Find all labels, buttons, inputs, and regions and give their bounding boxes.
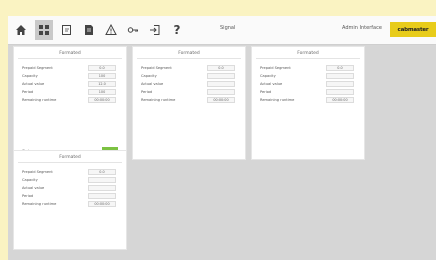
brand-logo: cabmaster — [390, 22, 436, 37]
value-field[interactable] — [88, 185, 116, 191]
row-label: Prepaid Segment — [22, 170, 53, 174]
row-actual-value: Actual value 12.0 — [22, 81, 120, 87]
row-remaining-runtime: Remaining runtime 00:00:00 — [260, 97, 358, 103]
row-period: Period — [22, 193, 120, 199]
document-icon[interactable] — [80, 20, 98, 40]
row-period: Period — [141, 89, 239, 95]
row-actual-value: Actual value — [22, 185, 120, 191]
row-label: Prepaid Segment — [260, 66, 291, 70]
help-icon[interactable]: ? — [168, 20, 186, 40]
panel-title: Formated — [178, 51, 200, 56]
panel-title: Formated — [297, 51, 319, 56]
row-capacity: Capacity 100 — [22, 73, 120, 79]
panel-divider — [18, 162, 122, 163]
row-label: Capacity — [260, 74, 276, 78]
row-label: Remaining runtime — [260, 98, 295, 102]
row-label: Period — [260, 90, 272, 94]
value-field[interactable]: 0.0 — [207, 65, 235, 71]
value-field[interactable] — [207, 89, 235, 95]
row-actual-value: Actual value — [260, 81, 358, 87]
value-field[interactable]: 00:00:00 — [207, 97, 235, 103]
row-label: Capacity — [22, 74, 38, 78]
panel-divider — [137, 58, 241, 59]
row-capacity: Capacity — [141, 73, 239, 79]
value-field[interactable]: 12.0 — [88, 81, 116, 87]
row-capacity: Capacity — [22, 177, 120, 183]
toolbar-user-text[interactable]: Admin Interface — [342, 25, 382, 31]
row-label: Actual value — [22, 82, 45, 86]
panel-0: Formated Prepaid Segment 0.0 Capacity 10… — [13, 46, 127, 166]
row-label: Capacity — [141, 74, 157, 78]
panel-title: Formated — [59, 155, 81, 160]
panel-3: Formated Prepaid Segment 0.0 Capacity Ac… — [13, 150, 127, 250]
value-field[interactable]: 0.0 — [88, 65, 116, 71]
value-field[interactable]: 0.0 — [88, 169, 116, 175]
row-label: Period — [22, 194, 34, 198]
panel-2: Formated Prepaid Segment 0.0 Capacity Ac… — [251, 46, 365, 160]
value-field[interactable] — [326, 81, 354, 87]
row-prepaid-segment: Prepaid Segment 0.0 — [22, 65, 120, 71]
toolbar-center-text: Signal — [220, 25, 236, 31]
value-field[interactable] — [326, 89, 354, 95]
row-label: Remaining runtime — [22, 98, 57, 102]
edit-icon[interactable] — [58, 20, 76, 40]
row-remaining-runtime: Remaining runtime 00:00:00 — [22, 201, 120, 207]
value-field[interactable] — [326, 73, 354, 79]
row-label: Actual value — [141, 82, 164, 86]
value-field[interactable]: 100 — [88, 73, 116, 79]
row-label: Actual value — [260, 82, 283, 86]
row-label: Period — [141, 90, 153, 94]
value-field[interactable] — [207, 81, 235, 87]
key-icon[interactable] — [124, 20, 142, 40]
grid-icon[interactable] — [35, 20, 53, 40]
row-label: Remaining runtime — [141, 98, 176, 102]
value-field[interactable]: 100 — [88, 89, 116, 95]
row-remaining-runtime: Remaining runtime 00:00:00 — [22, 97, 120, 103]
row-label: Actual value — [22, 186, 45, 190]
value-field[interactable] — [88, 177, 116, 183]
row-label: Remaining runtime — [22, 202, 57, 206]
home-icon[interactable] — [12, 20, 30, 40]
panel-title: Formated — [59, 51, 81, 56]
row-label: Capacity — [22, 178, 38, 182]
panel-1: Formated Prepaid Segment 0.0 Capacity Ac… — [132, 46, 246, 160]
app-window: ? Signal Admin Interface cabmaster Forma… — [8, 16, 436, 260]
value-field[interactable]: 00:00:00 — [88, 201, 116, 207]
row-label: Period — [22, 90, 34, 94]
row-prepaid-segment: Prepaid Segment 0.0 — [260, 65, 358, 71]
row-label: Prepaid Segment — [141, 66, 172, 70]
row-label: Prepaid Segment — [22, 66, 53, 70]
value-field[interactable]: 00:00:00 — [326, 97, 354, 103]
row-capacity: Capacity — [260, 73, 358, 79]
row-actual-value: Actual value — [141, 81, 239, 87]
row-remaining-runtime: Remaining runtime 00:00:00 — [141, 97, 239, 103]
value-field[interactable]: 0.0 — [326, 65, 354, 71]
value-field[interactable] — [88, 193, 116, 199]
row-prepaid-segment: Prepaid Segment 0.0 — [22, 169, 120, 175]
logout-icon[interactable] — [146, 20, 164, 40]
row-period: Period 100 — [22, 89, 120, 95]
row-period: Period — [260, 89, 358, 95]
toolbar: ? Signal Admin Interface cabmaster — [8, 16, 436, 45]
value-field[interactable]: 00:00:00 — [88, 97, 116, 103]
warning-icon[interactable] — [102, 20, 120, 40]
row-prepaid-segment: Prepaid Segment 0.0 — [141, 65, 239, 71]
panel-divider — [256, 58, 360, 59]
value-field[interactable] — [207, 73, 235, 79]
panel-divider — [18, 58, 122, 59]
